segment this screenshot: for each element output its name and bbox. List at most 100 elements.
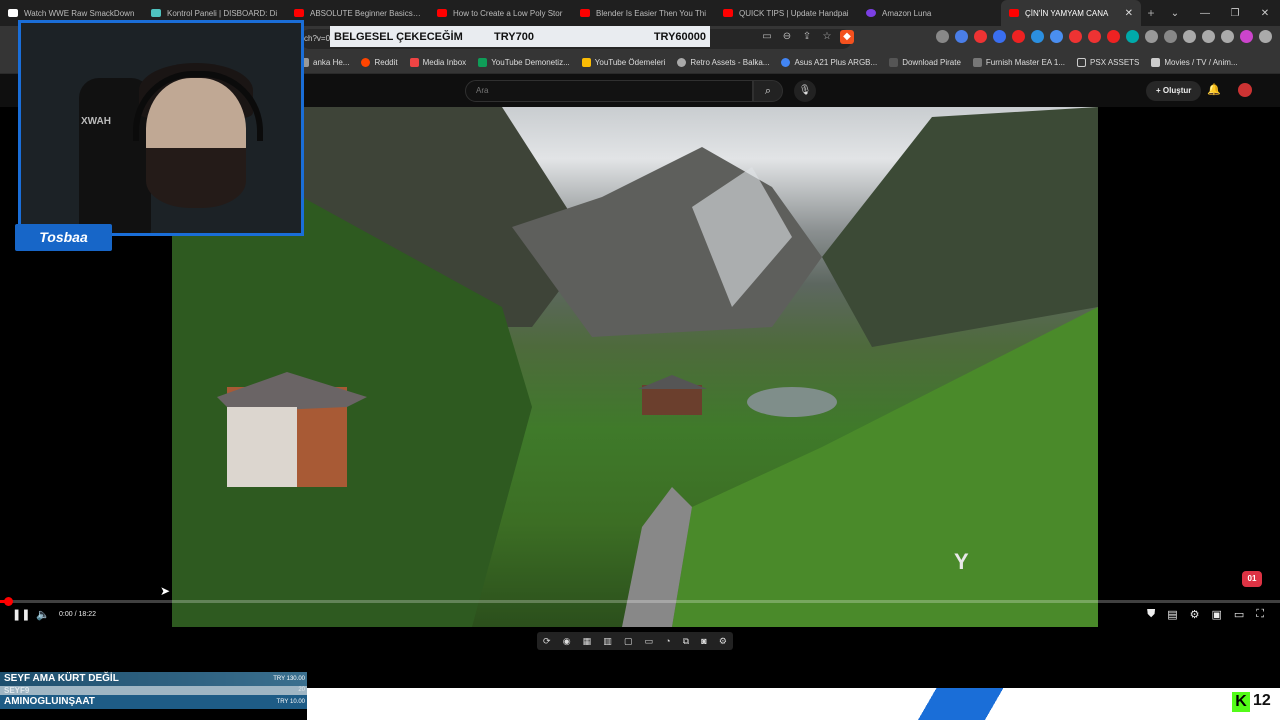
create-button[interactable]: + Oluştur xyxy=(1146,81,1202,101)
bookmark-item[interactable]: anka He... xyxy=(300,58,349,67)
extension-icon[interactable] xyxy=(1164,30,1177,43)
extension-icon[interactable] xyxy=(1107,30,1120,43)
bookmark-item[interactable]: Reddit xyxy=(361,58,398,67)
player-right-controls: ⛊ ▤ ⚙ ▣ ▭ ⛶ xyxy=(1147,608,1264,621)
settings-gear-icon[interactable]: ⚙ xyxy=(1190,608,1200,621)
youtube-favicon-icon xyxy=(723,9,733,17)
bookmark-item[interactable]: YouTube Ödemeleri xyxy=(581,58,665,67)
video-extension-toolbar: ⟳ ◉ ▦ ▥ ▢ ▭ ◔ ⧉ ◙ ⚙ xyxy=(537,632,733,650)
bookmark-item[interactable]: Asus A21 Plus ARGB... xyxy=(781,58,877,67)
voice-search-button[interactable]: 🎙 xyxy=(794,80,816,102)
webcam-overlay: XWAH xyxy=(18,20,304,236)
audio-icon[interactable]: ◉ xyxy=(563,636,571,647)
search-input[interactable]: Ara xyxy=(465,80,753,102)
channel-logo-icon[interactable]: 01 xyxy=(1242,571,1262,587)
extension-icon[interactable] xyxy=(1126,30,1139,43)
user-avatar[interactable] xyxy=(1238,83,1252,97)
pause-button[interactable]: ❚❚ xyxy=(12,608,30,621)
menu-icon[interactable] xyxy=(1259,30,1272,43)
ticker-row: AMINOGLUINŞAAT TRY 10.00 xyxy=(0,695,307,709)
film-icon[interactable]: ▥ xyxy=(603,636,612,647)
bookmark-item[interactable]: Download Pirate xyxy=(889,58,961,67)
picture-in-picture-icon[interactable]: ⧉ xyxy=(683,636,689,647)
bookmark-item[interactable]: Movies / TV / Anim... xyxy=(1151,58,1238,67)
drive-icon xyxy=(581,58,591,67)
search-button[interactable]: ⌕ xyxy=(753,80,783,102)
volume-icon[interactable]: 🔈 xyxy=(36,608,50,621)
chair-logo-text: XWAH xyxy=(81,116,111,127)
extension-icon[interactable] xyxy=(1031,30,1044,43)
close-window-button[interactable]: ✕ xyxy=(1250,8,1280,19)
theater-mode-icon[interactable]: ▭ xyxy=(1234,608,1244,621)
extension-icon[interactable] xyxy=(993,30,1006,43)
extension-icon[interactable] xyxy=(1012,30,1025,43)
tab-5[interactable]: QUICK TIPS | Update Handpai xyxy=(715,0,858,26)
crop-icon[interactable]: ▢ xyxy=(624,636,633,647)
zoom-icon[interactable]: ⊖ xyxy=(780,30,794,44)
window-controls: ⌄ — ❐ ✕ xyxy=(1160,0,1280,26)
gear-icon xyxy=(677,58,687,67)
filter-icon[interactable]: ▦ xyxy=(583,636,592,647)
miniplayer-icon[interactable]: ▣ xyxy=(1211,608,1221,621)
youtube-favicon-icon xyxy=(580,9,590,17)
tab-search-icon[interactable]: ⌄ xyxy=(1160,8,1190,19)
tab-7-active[interactable]: ÇİN'İN YAMYAM CANA ✕ xyxy=(1001,0,1141,26)
play-icon xyxy=(1151,58,1161,67)
subtitles-icon[interactable]: ▤ xyxy=(1167,608,1177,621)
loop-icon[interactable]: ⟳ xyxy=(543,636,551,647)
maximize-button[interactable]: ❐ xyxy=(1220,8,1250,19)
extensions-puzzle-icon[interactable] xyxy=(1145,30,1158,43)
extension-icon[interactable] xyxy=(936,30,949,43)
video-progress-bar[interactable] xyxy=(0,597,1280,606)
youtube-favicon-icon xyxy=(1009,9,1019,17)
youtube-favicon-icon xyxy=(437,9,447,17)
notifications-bell-icon[interactable]: 🔔 xyxy=(1207,83,1221,96)
tab-title: Blender Is Easier Then You Thi xyxy=(596,8,706,18)
media-control-icon[interactable] xyxy=(1183,30,1196,43)
url-text: ch?v=0 xyxy=(304,34,331,43)
minimize-button[interactable]: — xyxy=(1190,8,1220,19)
install-icon[interactable]: ▭ xyxy=(760,30,774,44)
bookmark-folder[interactable]: PSX ASSETS xyxy=(1077,58,1139,67)
tab-6[interactable]: Amazon Luna xyxy=(858,0,1001,26)
extension-icon[interactable] xyxy=(1088,30,1101,43)
fullscreen-icon[interactable]: ⛶ xyxy=(1256,608,1264,621)
search-icon: ⌕ xyxy=(764,85,772,97)
downloads-icon[interactable] xyxy=(1221,30,1234,43)
shield-icon[interactable]: ⛊ xyxy=(1147,608,1155,621)
screenshot-camera-icon[interactable]: ◙ xyxy=(701,636,706,646)
extension-icon[interactable] xyxy=(1050,30,1063,43)
bookmark-item[interactable]: YouTube Demonetiz... xyxy=(478,58,570,67)
viewer-count: 12 xyxy=(1253,692,1271,709)
tab-favicon-icon xyxy=(151,9,161,17)
video-frame[interactable]: Y xyxy=(172,107,1098,627)
donation-goal: TRY60000 xyxy=(653,30,706,43)
tab-3[interactable]: How to Create a Low Poly Stor xyxy=(429,0,572,26)
bookmark-icon[interactable]: ☆ xyxy=(820,30,834,44)
extension-icon[interactable] xyxy=(955,30,968,43)
brave-shield-icon[interactable]: ◆ xyxy=(840,30,854,44)
ticker-row: SEYF AMA KÜRT DEĞİL TRY 130.00 xyxy=(0,672,307,686)
profile-avatar[interactable] xyxy=(1240,30,1253,43)
sidebar-toggle-icon[interactable] xyxy=(1202,30,1215,43)
plus-icon: + xyxy=(1156,86,1163,95)
extension-icon[interactable] xyxy=(974,30,987,43)
tab-2[interactable]: ABSOLUTE Beginner Basics.. B xyxy=(286,0,429,26)
bookmark-item[interactable]: Media Inbox xyxy=(409,58,466,67)
tab-4[interactable]: Blender Is Easier Then You Thi xyxy=(572,0,715,26)
address-bar-icons: ▭ ⊖ ⇪ ☆ ◆ xyxy=(760,30,854,44)
tab-title: Amazon Luna xyxy=(882,8,932,18)
bookmark-item[interactable]: Furnish Master EA 1... xyxy=(972,58,1065,67)
ticker-row: SEYF9 20 xyxy=(0,686,307,695)
window-icon[interactable]: ▭ xyxy=(645,636,654,647)
scrubber-handle[interactable] xyxy=(4,597,13,606)
gear-icon[interactable]: ⚙ xyxy=(719,636,727,647)
extension-icon[interactable] xyxy=(1069,30,1082,43)
check-badge-icon xyxy=(781,58,791,67)
share-icon[interactable]: ⇪ xyxy=(800,30,814,44)
new-tab-button[interactable]: + xyxy=(1141,6,1161,20)
bookmark-item[interactable]: Retro Assets - Balka... xyxy=(677,58,769,67)
close-tab-icon[interactable]: ✕ xyxy=(1125,8,1133,19)
speed-icon[interactable]: ◔ xyxy=(665,636,670,646)
tab-favicon-icon xyxy=(8,9,18,17)
